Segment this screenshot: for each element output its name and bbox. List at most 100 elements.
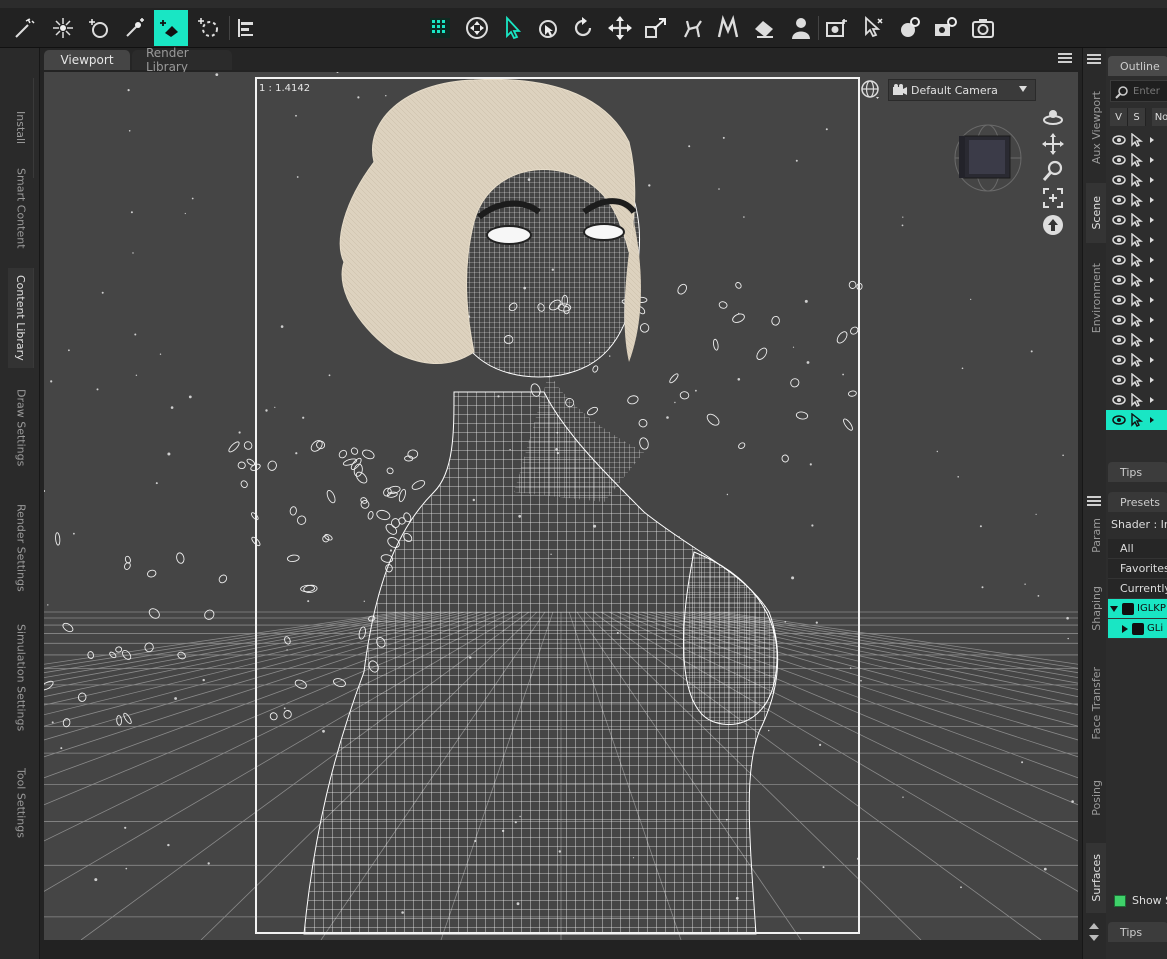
- tab-render-library[interactable]: Render Library: [132, 46, 232, 74]
- render-camera-settings-icon[interactable]: [930, 12, 960, 44]
- universal-tool-icon[interactable]: [462, 12, 492, 44]
- tree-expand-icon[interactable]: [1150, 157, 1154, 163]
- selectable-arrow-icon[interactable]: [1130, 133, 1144, 147]
- view-cube-icon[interactable]: [952, 122, 1024, 194]
- chevron-down-icon[interactable]: [1089, 935, 1099, 941]
- column-node[interactable]: No: [1152, 108, 1167, 126]
- column-visible[interactable]: V: [1110, 108, 1128, 126]
- spot-render-icon[interactable]: [858, 12, 888, 44]
- eye-icon[interactable]: [1112, 415, 1126, 425]
- outline-row[interactable]: [1106, 130, 1167, 150]
- selectable-arrow-icon[interactable]: [1130, 373, 1144, 387]
- render-settings-icon[interactable]: [894, 12, 924, 44]
- tree-item[interactable]: IGLKP: [1108, 599, 1167, 619]
- tips-button[interactable]: Tips: [1108, 462, 1167, 482]
- outline-search-field[interactable]: Enter: [1110, 80, 1167, 102]
- selectable-arrow-icon[interactable]: [1130, 273, 1144, 287]
- eye-icon[interactable]: [1112, 315, 1126, 325]
- tree-expand-icon[interactable]: [1150, 337, 1154, 343]
- pane-menu-icon[interactable]: [1058, 53, 1072, 65]
- outline-row[interactable]: [1106, 170, 1167, 190]
- eye-icon[interactable]: [1112, 215, 1126, 225]
- eye-icon[interactable]: [1112, 175, 1126, 185]
- tab-aux-viewport[interactable]: Aux Viewport: [1086, 78, 1106, 178]
- eye-icon[interactable]: [1112, 275, 1126, 285]
- outline-row[interactable]: [1106, 270, 1167, 290]
- geometry-editor-icon[interactable]: [84, 12, 114, 44]
- translate-tool-icon[interactable]: [605, 12, 635, 44]
- pan-icon[interactable]: [1040, 131, 1066, 157]
- selectable-arrow-icon[interactable]: [1130, 293, 1144, 307]
- tab-presets[interactable]: Presets: [1108, 492, 1167, 512]
- selectable-arrow-icon[interactable]: [1130, 253, 1144, 267]
- zoom-icon[interactable]: [1040, 158, 1066, 184]
- tab-tool-settings[interactable]: Tool Settings: [8, 758, 34, 848]
- outline-row[interactable]: [1106, 390, 1167, 410]
- render-icon[interactable]: [968, 12, 998, 44]
- outline-row[interactable]: [1106, 290, 1167, 310]
- eye-icon[interactable]: [1112, 255, 1126, 265]
- outline-row[interactable]: [1106, 150, 1167, 170]
- eye-icon[interactable]: [1112, 155, 1126, 165]
- selectable-arrow-icon[interactable]: [1130, 213, 1144, 227]
- figure-tool-icon[interactable]: [785, 12, 815, 44]
- list-item-currently[interactable]: Currently: [1108, 579, 1167, 599]
- pane-menu-icon[interactable]: [1087, 54, 1101, 66]
- tab-draw-settings[interactable]: Draw Settings: [8, 378, 34, 478]
- tree-expand-icon[interactable]: [1150, 297, 1154, 303]
- reset-view-icon[interactable]: [1040, 212, 1066, 238]
- tree-expand-icon[interactable]: [1150, 317, 1154, 323]
- eye-icon[interactable]: [1112, 335, 1126, 345]
- tab-posing[interactable]: Posing: [1086, 768, 1106, 828]
- outline-row[interactable]: [1106, 310, 1167, 330]
- pane-menu-icon[interactable]: [1087, 496, 1101, 508]
- show-checkbox[interactable]: [1114, 895, 1126, 907]
- outline-row[interactable]: [1106, 210, 1167, 230]
- tab-surfaces[interactable]: Surfaces: [1086, 843, 1106, 913]
- tab-render-settings[interactable]: Render Settings: [8, 493, 34, 603]
- rigid-follow-icon[interactable]: [120, 12, 150, 44]
- camera-render-settings-icon[interactable]: [822, 12, 852, 44]
- eye-icon[interactable]: [1112, 235, 1126, 245]
- tree-expand-icon[interactable]: [1150, 377, 1154, 383]
- eye-icon[interactable]: [1112, 195, 1126, 205]
- tree-item[interactable]: GLi: [1108, 619, 1167, 639]
- eye-icon[interactable]: [1112, 355, 1126, 365]
- eraser-tool-icon[interactable]: [749, 12, 779, 44]
- tab-simulation-settings[interactable]: Simulation Settings: [8, 618, 34, 738]
- align-icon[interactable]: [231, 12, 261, 44]
- selectable-arrow-icon[interactable]: [1130, 153, 1144, 167]
- scale-tool-icon[interactable]: [641, 12, 671, 44]
- tab-viewport[interactable]: Viewport: [44, 50, 130, 70]
- selectable-arrow-icon[interactable]: [1130, 333, 1144, 347]
- outline-row[interactable]: [1106, 350, 1167, 370]
- outline-row[interactable]: [1106, 250, 1167, 270]
- camera-dropdown[interactable]: Default Camera: [888, 79, 1036, 101]
- tab-content-library[interactable]: Content Library: [8, 268, 34, 368]
- selectable-arrow-icon[interactable]: [1130, 173, 1144, 187]
- tree-expand-icon[interactable]: [1150, 397, 1154, 403]
- outline-row[interactable]: [1106, 190, 1167, 210]
- 3d-viewport[interactable]: 1 : 1.4142 Default Camera: [44, 72, 1078, 940]
- eye-icon[interactable]: [1112, 135, 1126, 145]
- selectable-arrow-icon[interactable]: [1130, 413, 1144, 427]
- morph-tool-icon[interactable]: [713, 12, 743, 44]
- perspective-globe-icon[interactable]: [859, 78, 883, 102]
- outline-row[interactable]: [1106, 370, 1167, 390]
- tab-scene[interactable]: Scene: [1086, 183, 1106, 243]
- list-item-all[interactable]: All: [1108, 539, 1167, 559]
- transform-origin-icon[interactable]: [194, 12, 224, 44]
- active-pose-icon[interactable]: [677, 12, 707, 44]
- tab-face-transfer[interactable]: Face Transfer: [1086, 658, 1106, 748]
- viewport-grid-icon[interactable]: [425, 12, 455, 44]
- eye-icon[interactable]: [1112, 375, 1126, 385]
- selectable-arrow-icon[interactable]: [1130, 313, 1144, 327]
- rotate-tool-icon[interactable]: [568, 12, 598, 44]
- tab-parameters[interactable]: Param: [1086, 510, 1106, 560]
- node-selection-icon[interactable]: [498, 12, 528, 44]
- tree-expand-icon[interactable]: [1150, 137, 1154, 143]
- selectable-arrow-icon[interactable]: [1130, 353, 1144, 367]
- tab-outline[interactable]: Outline: [1108, 56, 1167, 76]
- frame-icon[interactable]: [1040, 185, 1066, 211]
- node-weight-map-brush-icon[interactable]: [10, 12, 40, 44]
